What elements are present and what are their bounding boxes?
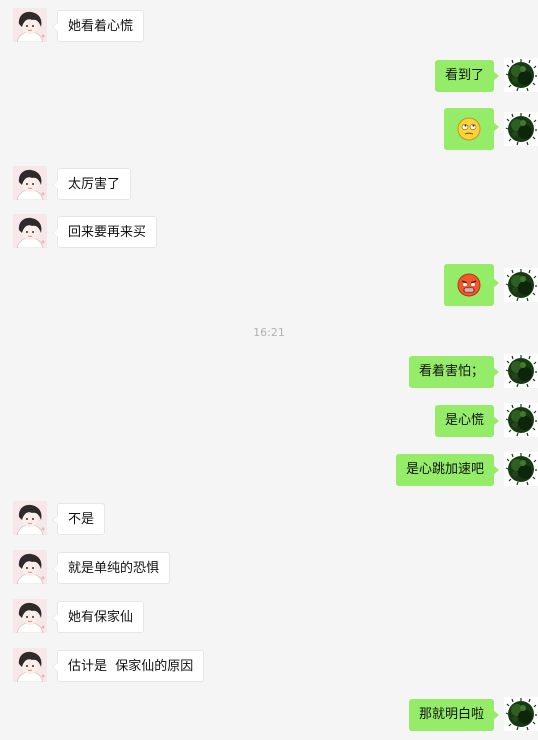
emoji-message-bubble[interactable] [444,108,499,150]
own-avatar[interactable] [504,697,538,731]
dark-green-ball-avatar-icon [504,112,538,146]
message-bubble[interactable]: 就是单纯的恐惧 [51,552,171,584]
boy-avatar-icon [13,550,47,584]
dark-green-ball-avatar-icon [504,697,538,731]
message-row: 是心跳加速吧 [0,450,538,490]
message-row: 回来要再来买 [0,212,538,252]
own-avatar[interactable] [504,112,538,146]
message-bubble[interactable]: 看到了 [434,60,500,92]
message-bubble[interactable]: 是心慌 [434,405,500,437]
message-row: 看到了 [0,56,538,96]
dark-green-ball-avatar-icon [504,268,538,302]
message-row: 那就明白啦 [0,695,538,735]
boy-avatar-icon [13,501,47,535]
boy-avatar-icon [13,166,47,200]
message-row: 是心慌 [0,401,538,441]
message-row: 就是单纯的恐惧 [0,548,538,588]
message-row [0,264,538,308]
message-bubble[interactable]: 太厉害了 [51,168,132,200]
boy-avatar-icon [13,8,47,42]
message-row: 估计是 保家仙的原因 [0,646,538,686]
message-row: 不是 [0,499,538,539]
own-avatar[interactable] [504,268,538,302]
rolling-eyes-emoji-icon [457,117,481,141]
boy-avatar-icon [13,648,47,682]
dark-green-ball-avatar-icon [504,403,538,437]
message-row [0,108,538,152]
message-row: 看着害怕； [0,352,538,392]
contact-avatar[interactable] [13,550,47,584]
own-avatar[interactable] [504,403,538,437]
dark-green-ball-avatar-icon [504,354,538,388]
message-row: 太厉害了 [0,164,538,204]
own-avatar[interactable] [504,452,538,486]
message-row: 她有保家仙 [0,597,538,637]
message-bubble[interactable]: 是心跳加速吧 [395,454,500,486]
own-avatar[interactable] [504,58,538,92]
contact-avatar[interactable] [13,501,47,535]
contact-avatar[interactable] [13,599,47,633]
time-divider: 16:21 [253,326,285,339]
emoji-message-bubble[interactable] [444,264,499,306]
message-bubble[interactable]: 她看着心慌 [51,10,145,42]
own-avatar[interactable] [504,354,538,388]
dark-green-ball-avatar-icon [504,58,538,92]
dark-green-ball-avatar-icon [504,452,538,486]
message-bubble[interactable]: 看着害怕； [408,356,500,388]
boy-avatar-icon [13,214,47,248]
boy-avatar-icon [13,599,47,633]
contact-avatar[interactable] [13,166,47,200]
message-bubble[interactable]: 那就明白啦 [408,699,500,731]
message-bubble[interactable]: 估计是 保家仙的原因 [51,650,205,682]
angry-face-emoji-icon [457,273,481,297]
contact-avatar[interactable] [13,8,47,42]
message-bubble[interactable]: 不是 [51,503,106,535]
message-bubble[interactable]: 她有保家仙 [51,601,145,633]
chat-area: 她看着心慌 看到了 太厉害了 回来要再来买 16:21 看着害怕； 是心慌 是心… [0,0,538,740]
message-row: 她看着心慌 [0,6,538,46]
message-bubble[interactable]: 回来要再来买 [51,216,158,248]
contact-avatar[interactable] [13,214,47,248]
contact-avatar[interactable] [13,648,47,682]
